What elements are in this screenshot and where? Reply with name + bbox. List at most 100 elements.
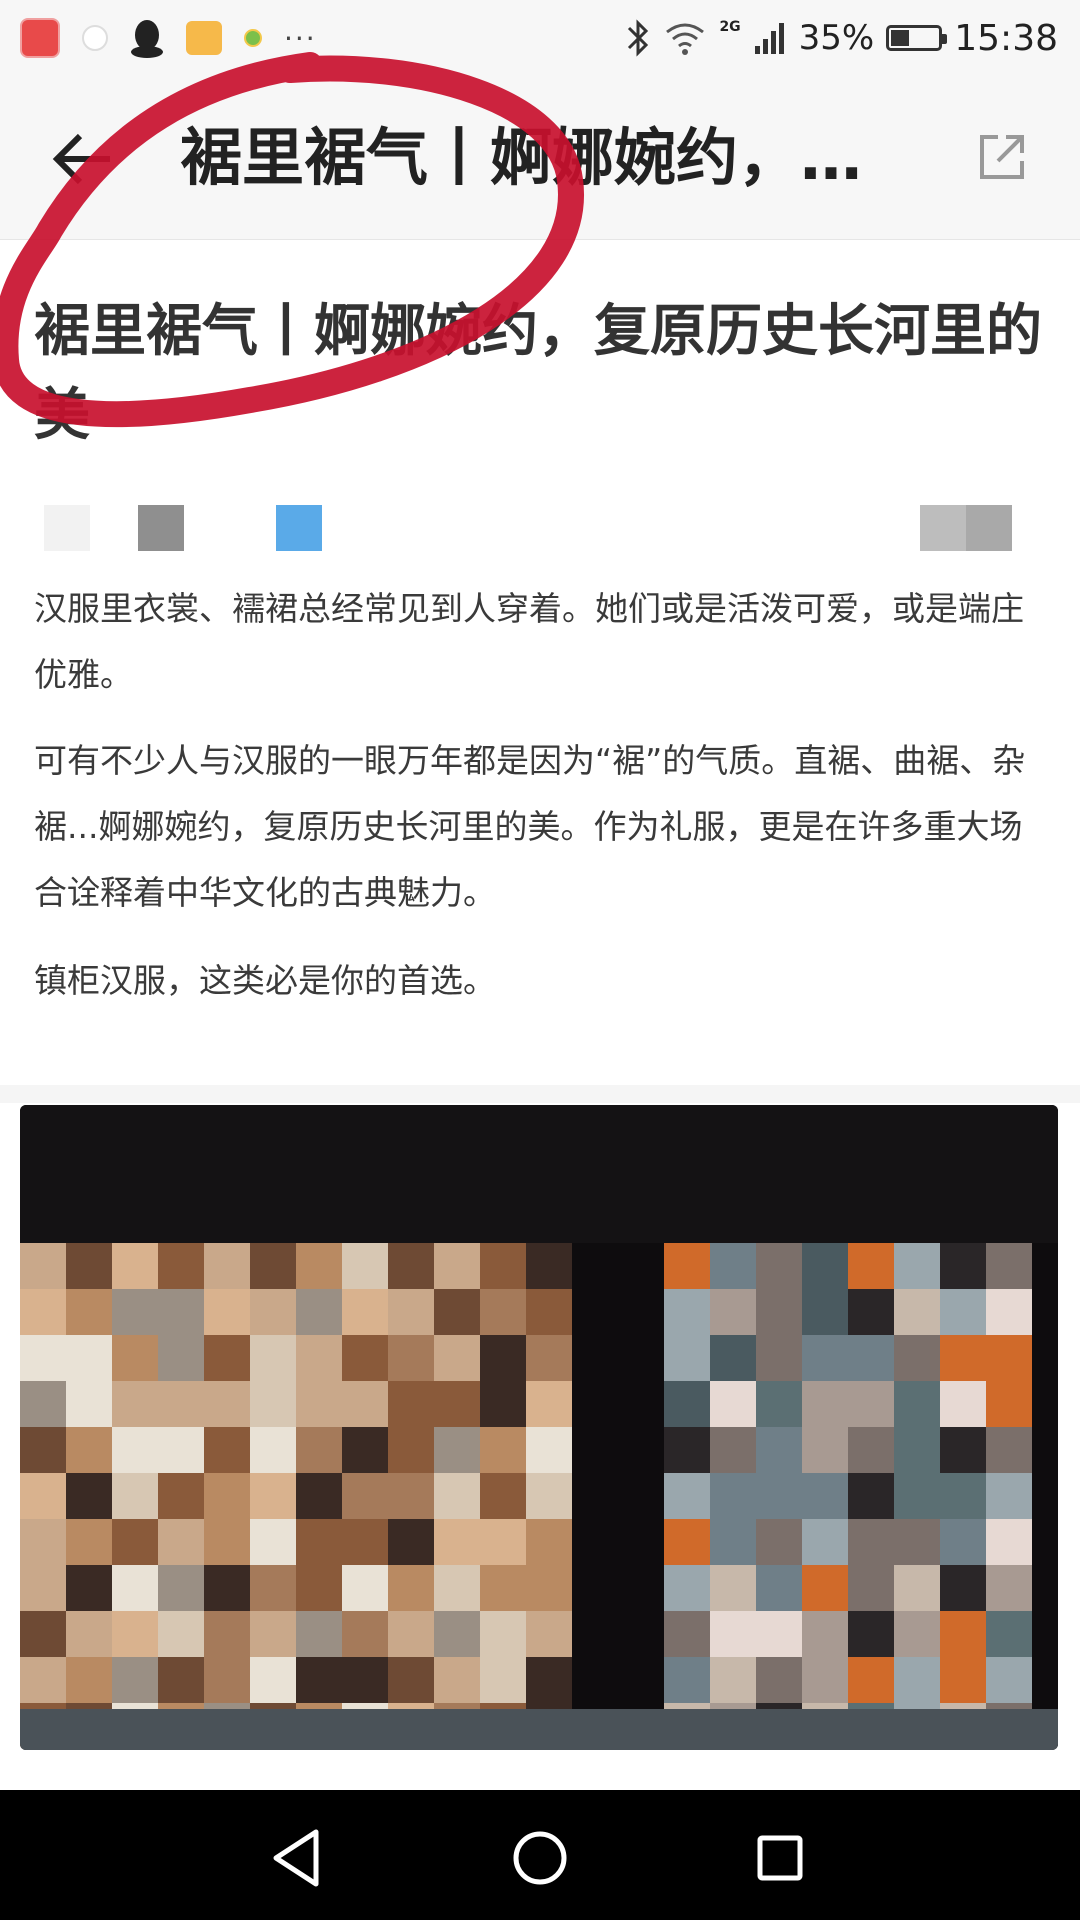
photo-pixel: [572, 1243, 618, 1289]
photo-pixel: [112, 1473, 158, 1519]
photo-pixel: [66, 1565, 112, 1611]
photo-pixel: [1032, 1427, 1058, 1473]
photo-pixel: [434, 1565, 480, 1611]
article-photo[interactable]: [20, 1105, 1058, 1750]
photo-pixel: [940, 1197, 986, 1243]
photo-pixel: [894, 1473, 940, 1519]
photo-pixel: [756, 1565, 802, 1611]
photo-pixel: [388, 1197, 434, 1243]
photo-pixel: [388, 1657, 434, 1703]
photo-pixel: [204, 1151, 250, 1197]
photo-pixel: [296, 1611, 342, 1657]
photo-pixel: [20, 1381, 66, 1427]
photo-pixel: [618, 1427, 664, 1473]
publish-info: [920, 505, 1012, 551]
follow-badge[interactable]: [276, 505, 322, 551]
photo-pixel: [1032, 1335, 1058, 1381]
photo-pixel: [296, 1473, 342, 1519]
photo-pixel: [112, 1519, 158, 1565]
photo-pixel: [986, 1519, 1032, 1565]
photo-pixel: [986, 1565, 1032, 1611]
nav-home-button[interactable]: [500, 1818, 580, 1898]
photo-pixel: [158, 1657, 204, 1703]
photo-pixel: [388, 1611, 434, 1657]
photo-pixel: [940, 1151, 986, 1197]
nav-recents-button[interactable]: [740, 1818, 820, 1898]
photo-pixel: [526, 1473, 572, 1519]
photo-pixel: [480, 1381, 526, 1427]
photo-pixel: [894, 1335, 940, 1381]
photo-pixel: [296, 1197, 342, 1243]
share-button[interactable]: [976, 131, 1028, 183]
photo-pixel: [710, 1611, 756, 1657]
author-avatar: [44, 505, 90, 551]
photo-pixel: [296, 1151, 342, 1197]
photo-pixel: [296, 1289, 342, 1335]
nav-back-button[interactable]: [258, 1818, 338, 1898]
photo-pixel: [572, 1105, 618, 1151]
photo-pixel: [940, 1519, 986, 1565]
bluetooth-icon: [628, 19, 649, 57]
photo-pixel: [204, 1519, 250, 1565]
photo-pixel: [894, 1611, 940, 1657]
photo-pixel: [986, 1611, 1032, 1657]
photo-pixel: [250, 1519, 296, 1565]
back-triangle-icon: [273, 1829, 319, 1887]
photo-pixel: [434, 1289, 480, 1335]
photo-pixel: [20, 1289, 66, 1335]
author-meta-row: [44, 505, 1044, 551]
notification-icons: ···: [20, 14, 317, 62]
photo-pixel: [848, 1427, 894, 1473]
photo-pixel: [986, 1427, 1032, 1473]
photo-pixel: [296, 1335, 342, 1381]
photo-pixel: [204, 1381, 250, 1427]
photo-pixel: [848, 1243, 894, 1289]
photo-pixel: [296, 1519, 342, 1565]
photo-pixel: [526, 1611, 572, 1657]
photo-pixel: [572, 1289, 618, 1335]
photo-pixel: [158, 1243, 204, 1289]
back-button[interactable]: [48, 124, 128, 194]
photo-pixel: [848, 1519, 894, 1565]
photo-pixel: [894, 1519, 940, 1565]
photo-pixel: [342, 1427, 388, 1473]
status-bar: ··· 2G 35% 15:38: [0, 0, 1080, 76]
photo-pixel: [112, 1105, 158, 1151]
photo-pixel: [250, 1151, 296, 1197]
photo-pixel: [20, 1473, 66, 1519]
photo-pixel: [204, 1197, 250, 1243]
photo-pixel: [204, 1105, 250, 1151]
photo-pixel: [20, 1657, 66, 1703]
photo-pixel: [756, 1105, 802, 1151]
photo-pixel: [664, 1565, 710, 1611]
paragraph-3: 镇柜汉服，这类必是你的首选。: [34, 961, 496, 1000]
recents-square-icon: [757, 1835, 803, 1881]
app-header: 裾里裾气丨婀娜婉约，…: [0, 76, 1080, 240]
photo-pixel: [20, 1151, 66, 1197]
photo-pixel: [526, 1565, 572, 1611]
photo-pixel: [848, 1197, 894, 1243]
photo-pixel: [66, 1151, 112, 1197]
photo-pixel: [66, 1427, 112, 1473]
photo-pixel: [986, 1657, 1032, 1703]
photo-pixel: [480, 1197, 526, 1243]
photo-pixel: [572, 1381, 618, 1427]
photo-pixel: [388, 1151, 434, 1197]
photo-pixel: [204, 1289, 250, 1335]
photo-pixel: [158, 1105, 204, 1151]
photo-pixel: [894, 1105, 940, 1151]
photo-pixel: [894, 1657, 940, 1703]
photo-pixel: [250, 1473, 296, 1519]
photo-pixel: [572, 1611, 618, 1657]
photo-pixel: [802, 1519, 848, 1565]
photo-pixel: [986, 1243, 1032, 1289]
photo-pixel: [802, 1335, 848, 1381]
photo-pixel: [940, 1473, 986, 1519]
photo-pixel: [664, 1335, 710, 1381]
photo-pixel: [342, 1289, 388, 1335]
paragraph-2: 可有不少人与汉服的一眼万年都是因为“裾”的气质。直裾、曲裾、杂裾...婀娜婉约，…: [34, 741, 1026, 912]
photo-pixel: [66, 1657, 112, 1703]
author-name: [138, 505, 184, 551]
photo-pixel: [480, 1151, 526, 1197]
photo-pixel: [710, 1105, 756, 1151]
